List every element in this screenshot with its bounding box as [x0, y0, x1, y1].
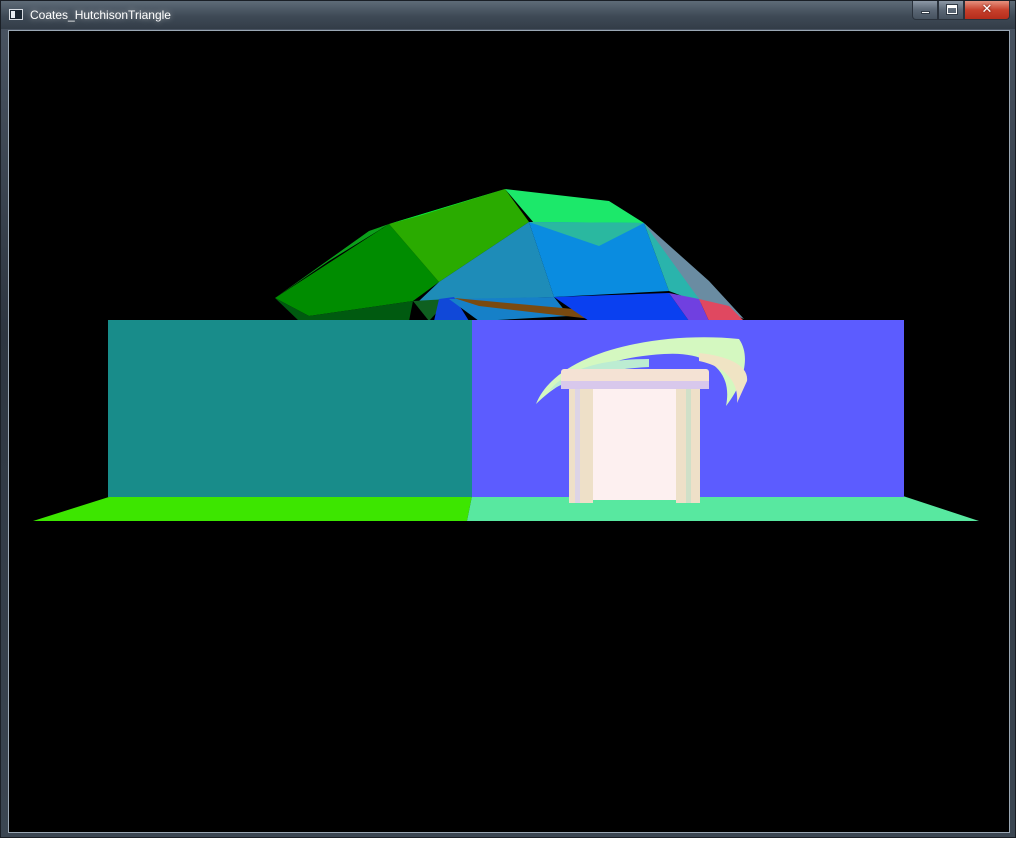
lintel-shade	[561, 381, 709, 389]
maximize-button[interactable]	[938, 1, 964, 20]
pillar-left-shade	[575, 388, 580, 503]
window-controls: ✕	[912, 1, 1010, 20]
pillar-right-shade	[686, 388, 691, 503]
minimize-icon	[921, 11, 930, 14]
ground-right	[467, 496, 979, 521]
wall-left	[108, 320, 472, 497]
close-icon: ✕	[981, 2, 993, 17]
title-bar[interactable]: Coates_HutchisonTriangle ✕	[1, 1, 1015, 29]
maximize-icon	[946, 4, 958, 15]
pillar-left	[569, 388, 593, 503]
render-viewport[interactable]	[8, 30, 1010, 833]
window-title: Coates_HutchisonTriangle	[30, 8, 171, 22]
close-button[interactable]: ✕	[964, 1, 1010, 20]
scene-canvas	[9, 31, 1009, 832]
app-window: Coates_HutchisonTriangle ✕	[0, 0, 1016, 838]
minimize-button[interactable]	[912, 1, 938, 20]
console-window-icon[interactable]	[9, 9, 23, 20]
